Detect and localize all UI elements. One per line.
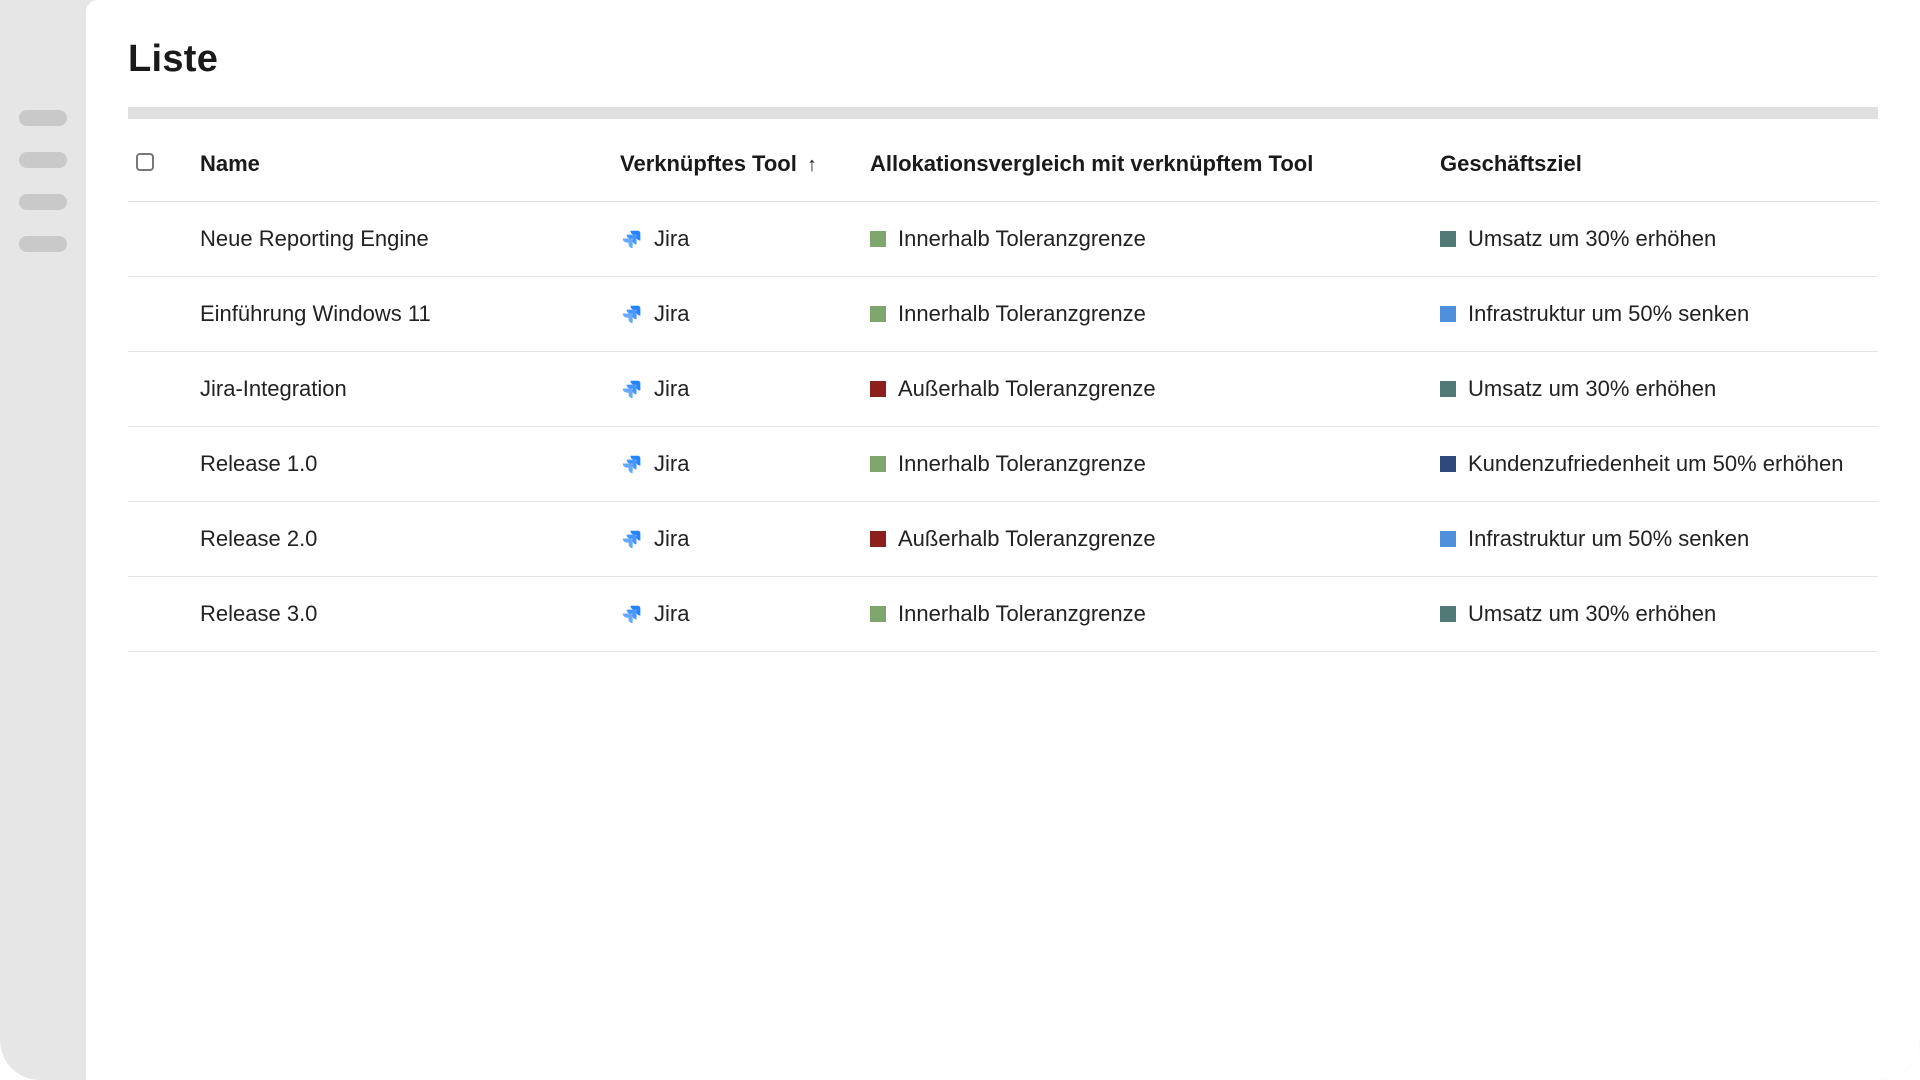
row-name-cell[interactable]: Release 1.0 — [192, 427, 612, 502]
table-row[interactable]: Jira-Integration Jira Außerhalb Toleranzg… — [128, 352, 1878, 427]
row-allocation-label: Außerhalb Toleranzgrenze — [898, 526, 1156, 552]
allocation-status-swatch — [870, 231, 886, 247]
sort-ascending-icon: ↑ — [807, 154, 817, 176]
row-name-cell[interactable]: Neue Reporting Engine — [192, 202, 612, 277]
goal-swatch — [1440, 531, 1456, 547]
app-window: Liste Name Verknüpftes Tool ↑ — [0, 0, 1920, 1080]
page-title: Liste — [128, 38, 1878, 81]
row-tool-cell[interactable]: Jira — [612, 352, 862, 427]
sidebar-placeholder-3 — [19, 194, 67, 210]
table-row[interactable]: Neue Reporting Engine Jira Innerhalb Tole… — [128, 202, 1878, 277]
row-select-cell[interactable] — [128, 427, 192, 502]
row-goal-label: Umsatz um 30% erhöhen — [1468, 226, 1716, 252]
items-table: Name Verknüpftes Tool ↑ Allokationsvergl… — [128, 127, 1878, 652]
table-row[interactable]: Release 1.0 Jira Innerhalb Toleranzgrenze… — [128, 427, 1878, 502]
row-tool-cell[interactable]: Jira — [612, 427, 862, 502]
row-tool-label: Jira — [654, 601, 689, 627]
row-goal-cell: Kundenzufriedenheit um 50% erhöhen — [1432, 427, 1878, 502]
table-header-row: Name Verknüpftes Tool ↑ Allokationsvergl… — [128, 127, 1878, 202]
row-allocation-cell: Innerhalb Toleranzgrenze — [862, 277, 1432, 352]
row-allocation-label: Innerhalb Toleranzgrenze — [898, 226, 1146, 252]
column-header-select[interactable] — [128, 127, 192, 202]
goal-swatch — [1440, 606, 1456, 622]
allocation-status-swatch — [870, 306, 886, 322]
sidebar-placeholder-2 — [19, 152, 67, 168]
row-goal-label: Infrastruktur um 50% senken — [1468, 526, 1749, 552]
column-header-goal-label: Geschäftsziel — [1440, 151, 1582, 176]
row-goal-cell: Infrastruktur um 50% senken — [1432, 277, 1878, 352]
row-allocation-label: Innerhalb Toleranzgrenze — [898, 601, 1146, 627]
row-select-cell[interactable] — [128, 577, 192, 652]
table-row[interactable]: Einführung Windows 11 Jira Innerhalb Tole… — [128, 277, 1878, 352]
allocation-status-swatch — [870, 531, 886, 547]
select-all-checkbox[interactable] — [136, 153, 154, 171]
row-tool-label: Jira — [654, 376, 689, 402]
row-goal-cell: Umsatz um 30% erhöhen — [1432, 577, 1878, 652]
row-tool-cell[interactable]: Jira — [612, 577, 862, 652]
row-tool-label: Jira — [654, 451, 689, 477]
row-tool-cell[interactable]: Jira — [612, 502, 862, 577]
row-name-cell[interactable]: Release 2.0 — [192, 502, 612, 577]
row-allocation-cell: Innerhalb Toleranzgrenze — [862, 577, 1432, 652]
table-row[interactable]: Release 2.0 Jira Außerhalb Toleranzgrenze… — [128, 502, 1878, 577]
row-goal-label: Kundenzufriedenheit um 50% erhöhen — [1468, 451, 1844, 477]
header-separator — [128, 107, 1878, 119]
row-goal-cell: Umsatz um 30% erhöhen — [1432, 202, 1878, 277]
jira-icon — [620, 228, 642, 250]
row-allocation-cell: Innerhalb Toleranzgrenze — [862, 202, 1432, 277]
row-select-cell[interactable] — [128, 502, 192, 577]
jira-icon — [620, 603, 642, 625]
row-tool-label: Jira — [654, 526, 689, 552]
row-tool-cell[interactable]: Jira — [612, 202, 862, 277]
row-allocation-label: Innerhalb Toleranzgrenze — [898, 451, 1146, 477]
row-goal-label: Umsatz um 30% erhöhen — [1468, 601, 1716, 627]
column-header-name-label: Name — [200, 151, 260, 176]
sidebar-placeholder-1 — [19, 110, 67, 126]
row-name-cell[interactable]: Einführung Windows 11 — [192, 277, 612, 352]
row-allocation-label: Innerhalb Toleranzgrenze — [898, 301, 1146, 327]
jira-icon — [620, 378, 642, 400]
row-name-cell[interactable]: Release 3.0 — [192, 577, 612, 652]
allocation-status-swatch — [870, 381, 886, 397]
row-goal-label: Umsatz um 30% erhöhen — [1468, 376, 1716, 402]
column-header-tool[interactable]: Verknüpftes Tool ↑ — [612, 127, 862, 202]
row-tool-label: Jira — [654, 301, 689, 327]
jira-icon — [620, 303, 642, 325]
row-name-cell[interactable]: Jira-Integration — [192, 352, 612, 427]
goal-swatch — [1440, 381, 1456, 397]
column-header-allocation-label: Allokationsvergleich mit verknüpftem Too… — [870, 151, 1313, 176]
column-header-name[interactable]: Name — [192, 127, 612, 202]
column-header-goal[interactable]: Geschäftsziel — [1432, 127, 1878, 202]
row-goal-cell: Infrastruktur um 50% senken — [1432, 502, 1878, 577]
goal-swatch — [1440, 456, 1456, 472]
row-select-cell[interactable] — [128, 202, 192, 277]
row-tool-label: Jira — [654, 226, 689, 252]
goal-swatch — [1440, 231, 1456, 247]
table-row[interactable]: Release 3.0 Jira Innerhalb Toleranzgrenze… — [128, 577, 1878, 652]
sidebar-placeholder-4 — [19, 236, 67, 252]
row-allocation-label: Außerhalb Toleranzgrenze — [898, 376, 1156, 402]
row-select-cell[interactable] — [128, 277, 192, 352]
goal-swatch — [1440, 306, 1456, 322]
row-allocation-cell: Innerhalb Toleranzgrenze — [862, 427, 1432, 502]
main-panel: Liste Name Verknüpftes Tool ↑ — [86, 0, 1920, 1080]
row-tool-cell[interactable]: Jira — [612, 277, 862, 352]
row-allocation-cell: Außerhalb Toleranzgrenze — [862, 502, 1432, 577]
column-header-allocation[interactable]: Allokationsvergleich mit verknüpftem Too… — [862, 127, 1432, 202]
column-header-tool-label: Verknüpftes Tool — [620, 151, 797, 176]
row-select-cell[interactable] — [128, 352, 192, 427]
row-goal-label: Infrastruktur um 50% senken — [1468, 301, 1749, 327]
allocation-status-swatch — [870, 456, 886, 472]
row-goal-cell: Umsatz um 30% erhöhen — [1432, 352, 1878, 427]
allocation-status-swatch — [870, 606, 886, 622]
jira-icon — [620, 453, 642, 475]
row-allocation-cell: Außerhalb Toleranzgrenze — [862, 352, 1432, 427]
jira-icon — [620, 528, 642, 550]
sidebar — [0, 0, 86, 1080]
